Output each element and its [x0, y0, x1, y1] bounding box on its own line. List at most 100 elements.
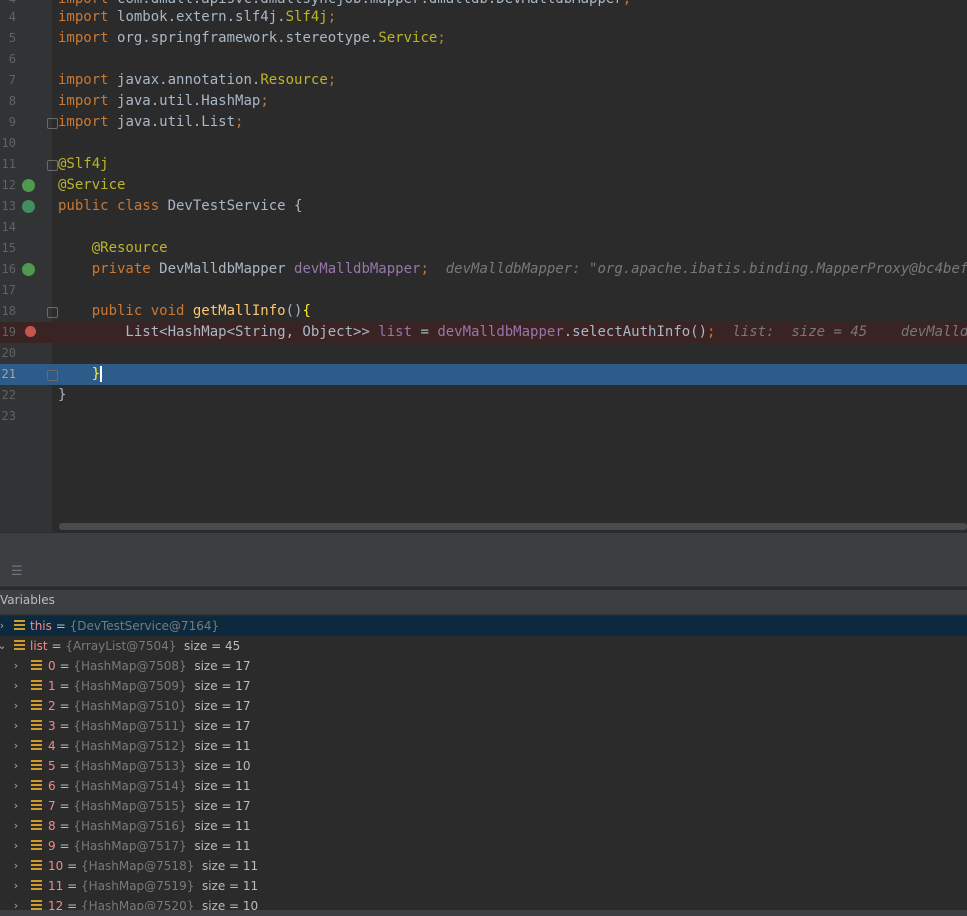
breakpoint-icon[interactable] [25, 326, 36, 337]
chevron-right-icon[interactable]: › [11, 836, 21, 856]
line-number: 11 [1, 157, 16, 171]
field-icon [31, 860, 42, 871]
code-line[interactable]: 7 import javax.annotation.Resource; [0, 70, 967, 91]
panel-divider[interactable] [0, 532, 967, 561]
code-line[interactable]: 23 [0, 406, 967, 427]
line-number: 6 [8, 52, 16, 66]
variable-size: size = 11 [186, 839, 251, 853]
variable-child-row[interactable]: › 6 = {HashMap@7514} size = 11 [0, 776, 967, 796]
variable-child-row[interactable]: › 4 = {HashMap@7512} size = 11 [0, 736, 967, 756]
variable-child-row[interactable]: › 10 = {HashMap@7518} size = 11 [0, 856, 967, 876]
variable-text: 7 = {HashMap@7515} size = 17 [48, 796, 251, 816]
code-line[interactable]: 13 public class DevTestService { [0, 196, 967, 217]
chevron-right-icon[interactable]: › [11, 756, 21, 776]
variables-title: Variables [0, 593, 55, 607]
variable-text: this = {DevTestService@7164} [30, 616, 219, 636]
fold-marker-icon[interactable] [47, 118, 58, 129]
chevron-right-icon[interactable]: › [11, 776, 21, 796]
code-text: List<HashMap<String, Object>> list = dev… [58, 322, 967, 343]
chevron-right-icon[interactable]: › [11, 716, 21, 736]
code-text: import java.util.HashMap; [58, 93, 269, 109]
code-line[interactable]: 17 [0, 280, 967, 301]
variable-value: {HashMap@7514} [73, 779, 187, 793]
line-number: 8 [8, 94, 16, 108]
chevron-down-icon[interactable]: ⌄ [0, 636, 7, 656]
code-line[interactable]: 9 import java.util.List; [0, 112, 967, 133]
code-line[interactable]: 20 [0, 343, 967, 364]
variable-text: 0 = {HashMap@7508} size = 17 [48, 656, 251, 676]
horizontal-scrollbar[interactable] [59, 523, 967, 530]
variable-child-row[interactable]: › 3 = {HashMap@7511} size = 17 [0, 716, 967, 736]
variable-value: {HashMap@7513} [73, 759, 187, 773]
variable-child-row[interactable]: › 1 = {HashMap@7509} size = 17 [0, 676, 967, 696]
debugger-toolbar: ☰ [0, 560, 967, 587]
field-icon [31, 880, 42, 891]
variable-equals: = [55, 739, 74, 753]
variable-child-row[interactable]: › 0 = {HashMap@7508} size = 17 [0, 656, 967, 676]
code-editor[interactable]: 4 import com.dmall.apisvc.dmallsyncjob.m… [0, 0, 967, 532]
chevron-right-icon[interactable]: › [11, 796, 21, 816]
code-line[interactable]: 4 import lombok.extern.slf4j.Slf4j; [0, 7, 967, 28]
chevron-right-icon[interactable]: › [11, 736, 21, 756]
fold-marker-icon[interactable] [47, 370, 58, 381]
code-line[interactable]: 12 @Service [0, 175, 967, 196]
spring-component-icon[interactable] [22, 200, 35, 213]
variables-tree[interactable]: › this = {DevTestService@7164} ⌄ list = {Ar… [0, 615, 967, 916]
line-number: 17 [1, 283, 16, 297]
variable-value: {ArrayList@7504} [65, 639, 177, 653]
code-line[interactable]: 18 public void getMallInfo(){ [0, 301, 967, 322]
code-text: import javax.annotation.Resource; [58, 72, 337, 88]
variable-name: 0 [48, 659, 56, 673]
code-text: @Resource [58, 240, 168, 256]
variable-text: list = {ArrayList@7504} size = 45 [30, 636, 240, 656]
code-line[interactable]: 16 private DevMalldbMapper devMalldbMapp… [0, 259, 967, 280]
variable-text: 2 = {HashMap@7510} size = 17 [48, 696, 251, 716]
variable-child-row[interactable]: › 2 = {HashMap@7510} size = 17 [0, 696, 967, 716]
spring-bean-icon[interactable] [22, 179, 35, 192]
variable-equals: = [51, 619, 70, 633]
code-line[interactable]: 8 import java.util.HashMap; [0, 91, 967, 112]
code-line[interactable]: 15 @Resource [0, 238, 967, 259]
chevron-right-icon[interactable]: › [11, 856, 21, 876]
variable-child-row[interactable]: › 11 = {HashMap@7519} size = 11 [0, 876, 967, 896]
variable-value: {HashMap@7509} [73, 679, 187, 693]
line-number: 18 [1, 304, 16, 318]
variable-text: 6 = {HashMap@7514} size = 11 [48, 776, 251, 796]
code-line[interactable]: 5 import org.springframework.stereotype.… [0, 28, 967, 49]
fold-marker-icon[interactable] [47, 160, 58, 171]
chevron-right-icon[interactable]: › [11, 656, 21, 676]
code-line[interactable]: 14 [0, 217, 967, 238]
variable-child-row[interactable]: › 7 = {HashMap@7515} size = 17 [0, 796, 967, 816]
field-icon [31, 660, 42, 671]
variable-child-row[interactable]: › 9 = {HashMap@7517} size = 11 [0, 836, 967, 856]
chevron-right-icon[interactable]: › [11, 676, 21, 696]
field-icon [14, 640, 25, 651]
variable-name: 6 [48, 779, 56, 793]
code-line[interactable]: 6 [0, 49, 967, 70]
execution-point-line[interactable]: 21 } [0, 364, 967, 385]
settings-sliders-icon[interactable]: ☰ [11, 565, 25, 579]
chevron-right-icon[interactable]: › [0, 616, 7, 636]
code-line[interactable]: 22 } [0, 385, 967, 406]
chevron-right-icon[interactable]: › [11, 696, 21, 716]
code-text: @Slf4j [58, 156, 109, 172]
bottom-scrollbar[interactable] [0, 910, 967, 916]
chevron-right-icon[interactable]: › [11, 816, 21, 836]
fold-marker-icon[interactable] [47, 307, 58, 318]
code-line[interactable]: 10 [0, 133, 967, 154]
variable-child-row[interactable]: › 5 = {HashMap@7513} size = 10 [0, 756, 967, 776]
variable-text: 3 = {HashMap@7511} size = 17 [48, 716, 251, 736]
breakpoint-line[interactable]: 19 List<HashMap<String, Object>> list = … [0, 322, 967, 343]
variable-equals: = [55, 699, 74, 713]
code-line[interactable]: 11 @Slf4j [0, 154, 967, 175]
injection-point-icon[interactable] [22, 263, 35, 276]
chevron-right-icon[interactable]: › [11, 876, 21, 896]
variable-value: {HashMap@7518} [80, 859, 195, 873]
variable-text: 11 = {HashMap@7519} size = 11 [48, 876, 258, 896]
variable-row[interactable]: › this = {DevTestService@7164} [0, 616, 967, 636]
variable-text: 5 = {HashMap@7513} size = 10 [48, 756, 251, 776]
variable-child-row[interactable]: › 8 = {HashMap@7516} size = 11 [0, 816, 967, 836]
field-icon [31, 680, 42, 691]
variable-equals: = [55, 679, 74, 693]
variable-row[interactable]: ⌄ list = {ArrayList@7504} size = 45 [0, 636, 967, 656]
